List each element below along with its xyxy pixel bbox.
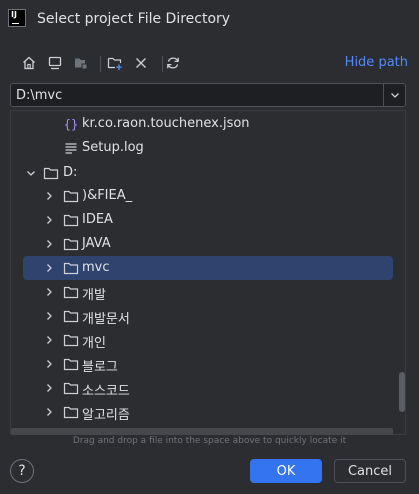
chevron-right-icon[interactable] (43, 310, 55, 322)
tree-item[interactable]: 개인 (11, 328, 405, 352)
folder-icon (63, 308, 79, 324)
tree-item[interactable]: 개발문서 (11, 304, 405, 328)
tree-item-label: mvc (82, 260, 110, 275)
folder-icon (63, 188, 79, 204)
chevron-right-icon[interactable] (43, 262, 55, 274)
desktop-button[interactable] (44, 52, 66, 74)
cancel-button[interactable]: Cancel (334, 459, 406, 483)
chevron-right-icon[interactable] (43, 238, 55, 250)
hide-path-link[interactable]: Hide path (345, 55, 408, 70)
delete-button[interactable] (130, 52, 152, 74)
folder-icon (63, 212, 79, 228)
help-button[interactable]: ? (10, 459, 34, 483)
tree-item-label: 소스코드 (82, 384, 130, 399)
chevron-right-icon[interactable] (43, 382, 55, 394)
folder-icon (63, 380, 79, 396)
chevron-right-icon[interactable] (43, 358, 55, 370)
tree-item-label: IDEA (82, 212, 113, 227)
tree-item-label: 블로그 (82, 360, 118, 375)
chevron-down-icon (390, 93, 399, 98)
new-folder-button[interactable] (104, 52, 126, 74)
file-tree[interactable]: {} kr.co.raon.touchenex.json Setup.log D: )&… (10, 110, 406, 435)
horizontal-scrollbar[interactable] (11, 428, 393, 435)
chevron-right-icon[interactable] (43, 286, 55, 298)
desktop-icon (48, 56, 62, 70)
close-icon (136, 58, 146, 68)
home-button[interactable] (18, 52, 40, 74)
tree-item-label: 개발 (82, 288, 106, 303)
tree-item-label: D: (63, 165, 78, 180)
drag-drop-hint: Drag and drop a file into the space abov… (72, 436, 347, 446)
path-combobox[interactable] (10, 83, 406, 107)
home-icon (23, 56, 35, 70)
tree-item-label: )&FIEA_ (82, 188, 133, 203)
tree-item[interactable]: {} kr.co.raon.touchenex.json (11, 112, 405, 136)
refresh-button[interactable] (162, 52, 184, 74)
folder-icon (63, 404, 79, 420)
json-file-icon: {} (63, 116, 79, 132)
tree-item[interactable]: IDEA (11, 208, 405, 232)
folder-icon (63, 356, 79, 372)
tree-item[interactable]: JAVA (11, 232, 405, 256)
tree-item[interactable]: 소스코드 (11, 376, 405, 400)
project-folder-icon (75, 58, 88, 70)
folder-icon (63, 284, 79, 300)
folder-icon (63, 236, 79, 252)
tree-item[interactable]: 개발 (11, 280, 405, 304)
folder-icon (43, 165, 59, 181)
project-folder-button[interactable] (70, 52, 92, 74)
tree-item-label: JAVA (82, 236, 111, 251)
refresh-icon (167, 57, 179, 69)
tree-item[interactable]: Setup.log (11, 136, 405, 160)
vertical-scrollbar[interactable] (399, 372, 405, 412)
tree-item[interactable]: D: (11, 161, 405, 185)
svg-text:{}: {} (64, 118, 78, 132)
chevron-right-icon[interactable] (43, 334, 55, 346)
toolbar: Hide path (14, 52, 414, 76)
chevron-right-icon[interactable] (43, 214, 55, 226)
tree-item[interactable]: )&FIEA_ (11, 184, 405, 208)
tree-item-label: 개인 (82, 336, 106, 351)
dialog-title: Select project File Directory (37, 11, 231, 27)
title-bar: IJ Select project File Directory (0, 0, 419, 38)
folder-icon (63, 260, 79, 276)
path-dropdown-button[interactable] (383, 84, 405, 106)
folder-icon (63, 332, 79, 348)
chevron-right-icon[interactable] (43, 406, 55, 418)
ok-button[interactable]: OK (250, 459, 322, 483)
tree-item-label: 알고리즘 (82, 408, 130, 423)
path-input[interactable] (16, 86, 376, 104)
tree-item-label: kr.co.raon.touchenex.json (82, 116, 250, 131)
chevron-down-icon[interactable] (25, 167, 37, 179)
tree-item-label: 개발문서 (82, 312, 130, 327)
tree-item[interactable]: 알고리즘 (11, 400, 405, 424)
intellij-logo-icon: IJ (8, 9, 26, 27)
chevron-right-icon[interactable] (43, 190, 55, 202)
tree-item[interactable]: mvc (11, 256, 405, 280)
tree-item-label: Setup.log (82, 140, 144, 155)
text-file-icon (63, 140, 79, 156)
new-folder-icon (107, 57, 122, 70)
tree-item[interactable]: 블로그 (11, 352, 405, 376)
